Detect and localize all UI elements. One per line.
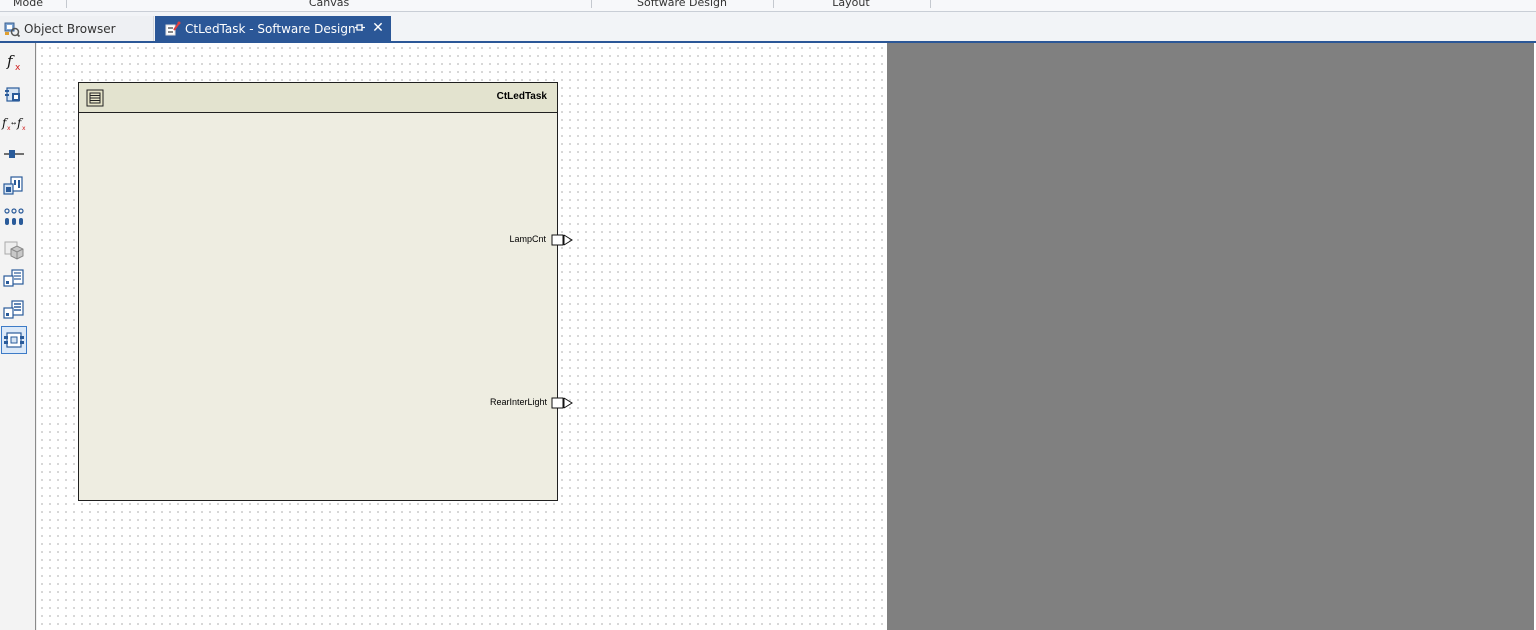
svg-text:f: f bbox=[6, 52, 15, 70]
component-title: CtLedTask bbox=[496, 91, 547, 102]
port-rearinterlight[interactable] bbox=[551, 396, 575, 410]
object-browser-icon bbox=[4, 21, 21, 38]
component-type-icon bbox=[86, 89, 104, 107]
ribbon-group-mode: Mode bbox=[13, 0, 43, 9]
ribbon-group-canvas: Canvas bbox=[308, 0, 350, 9]
port-group-icon bbox=[4, 208, 24, 225]
document-tab-strip: Object Browser CtLedTask - Software Desi… bbox=[0, 12, 1536, 42]
tab-software-design[interactable]: CtLedTask - Software Design ✕ bbox=[155, 16, 391, 42]
ribbon-separator bbox=[773, 0, 774, 8]
palette-toolbar: f x f x ↔ f x bbox=[0, 43, 36, 630]
interface-list-tool[interactable] bbox=[1, 296, 27, 324]
module-tool[interactable] bbox=[1, 172, 27, 200]
interface-list-icon bbox=[3, 300, 24, 319]
port-group-tool[interactable] bbox=[1, 203, 27, 231]
ribbon-separator bbox=[930, 0, 931, 8]
svg-text:↔: ↔ bbox=[11, 120, 16, 127]
interface-icon bbox=[3, 269, 24, 287]
component-icon bbox=[5, 87, 20, 102]
canvas-outside-area bbox=[887, 43, 1534, 630]
port-label-lampcnt: LampCnt bbox=[509, 234, 546, 244]
port-lampcnt[interactable] bbox=[551, 233, 575, 247]
tab-software-design-label: CtLedTask - Software Design bbox=[185, 22, 356, 36]
component-header[interactable]: CtLedTask bbox=[79, 83, 557, 113]
tab-object-browser-label: Object Browser bbox=[24, 22, 116, 36]
connector-tool[interactable] bbox=[1, 140, 27, 168]
software-design-icon bbox=[165, 21, 181, 37]
component-ctledtask[interactable]: CtLedTask bbox=[78, 82, 558, 501]
module-icon bbox=[3, 176, 23, 195]
ribbon-separator bbox=[66, 0, 67, 8]
connector-icon bbox=[4, 150, 24, 158]
composition-tool[interactable] bbox=[1, 326, 27, 354]
interface-tool[interactable] bbox=[1, 265, 27, 293]
composition-icon bbox=[4, 332, 24, 348]
pin-icon[interactable] bbox=[355, 21, 367, 35]
package-tool[interactable] bbox=[1, 235, 27, 263]
fx-icon: f x bbox=[6, 52, 21, 72]
ribbon-group-software-design: Software Design bbox=[637, 0, 727, 9]
svg-text:x: x bbox=[22, 125, 26, 132]
close-icon[interactable]: ✕ bbox=[371, 19, 385, 37]
fx-link-fx-icon: f x ↔ f x bbox=[1, 116, 26, 132]
component-tool[interactable] bbox=[1, 80, 27, 108]
ribbon-group-layout: Layout bbox=[832, 0, 870, 9]
package-icon bbox=[4, 241, 24, 260]
function-link-tool[interactable]: f x ↔ f x bbox=[1, 110, 27, 138]
ribbon-separator bbox=[591, 0, 592, 8]
function-tool[interactable]: f x bbox=[1, 48, 27, 76]
svg-text:x: x bbox=[15, 63, 21, 72]
ribbon-group-bar: Mode Canvas Software Design Layout bbox=[0, 0, 1536, 12]
port-label-rearinterlight: RearInterLight bbox=[489, 397, 547, 407]
tab-object-browser[interactable]: Object Browser bbox=[0, 16, 154, 42]
